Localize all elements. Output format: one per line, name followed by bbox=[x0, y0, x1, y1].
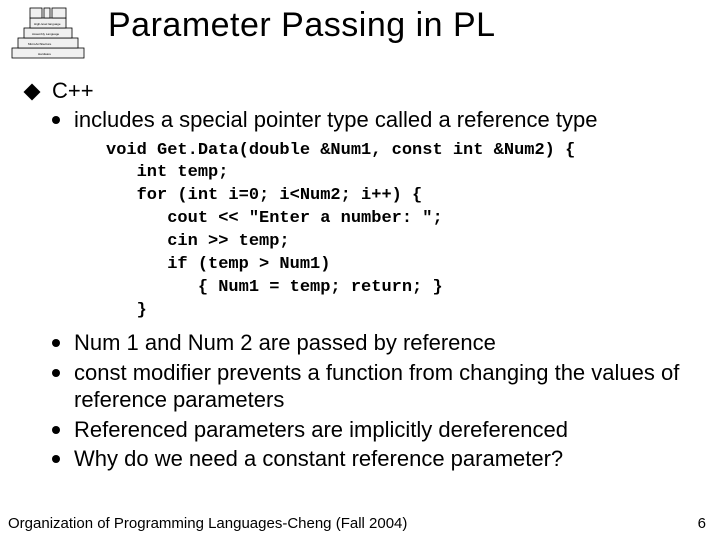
disc-bullet-icon bbox=[52, 426, 60, 434]
heading-cpp: C++ bbox=[52, 78, 94, 104]
code-line: cout << "Enter a number: "; bbox=[106, 209, 443, 228]
disc-bullet-icon bbox=[52, 369, 60, 377]
code-line: cin >> temp; bbox=[106, 232, 290, 251]
disc-bullet-icon bbox=[52, 339, 60, 347]
bullet-text: Referenced parameters are implicitly der… bbox=[74, 416, 568, 444]
code-line: for (int i=0; i<Num2; i++) { bbox=[106, 186, 422, 205]
disc-bullet-icon bbox=[52, 116, 60, 124]
code-line: int temp; bbox=[106, 163, 228, 182]
bullet-text: Num 1 and Num 2 are passed by reference bbox=[74, 329, 496, 357]
bullet-text: const modifier prevents a function from … bbox=[74, 359, 696, 414]
code-line: void Get.Data(double &Num1, const int &N… bbox=[106, 141, 575, 160]
bullet-text: Why do we need a constant reference para… bbox=[74, 445, 563, 473]
disc-bullet-icon bbox=[52, 455, 60, 463]
code-line: { Num1 = temp; return; } bbox=[106, 278, 443, 297]
slide-title: Parameter Passing in PL bbox=[108, 6, 496, 45]
page-number: 6 bbox=[698, 515, 706, 532]
bullet-text: includes a special pointer type called a… bbox=[74, 106, 597, 134]
svg-text:Assembly Language: Assembly Language bbox=[32, 32, 60, 36]
svg-text:MicroArchitecture: MicroArchitecture bbox=[28, 42, 52, 46]
code-line: } bbox=[106, 301, 147, 320]
svg-text:Hardware: Hardware bbox=[38, 52, 51, 56]
code-sample: void Get.Data(double &Num1, const int &N… bbox=[106, 140, 696, 324]
code-line: if (temp > Num1) bbox=[106, 255, 330, 274]
diamond-bullet-icon bbox=[24, 84, 41, 101]
footer-text: Organization of Programming Languages-Ch… bbox=[8, 515, 407, 532]
stack-pyramid-icon: High-level language Assembly Language Mi… bbox=[8, 2, 88, 62]
slide-body: C++ includes a special pointer type call… bbox=[26, 78, 696, 473]
svg-text:High-level language: High-level language bbox=[34, 22, 61, 26]
